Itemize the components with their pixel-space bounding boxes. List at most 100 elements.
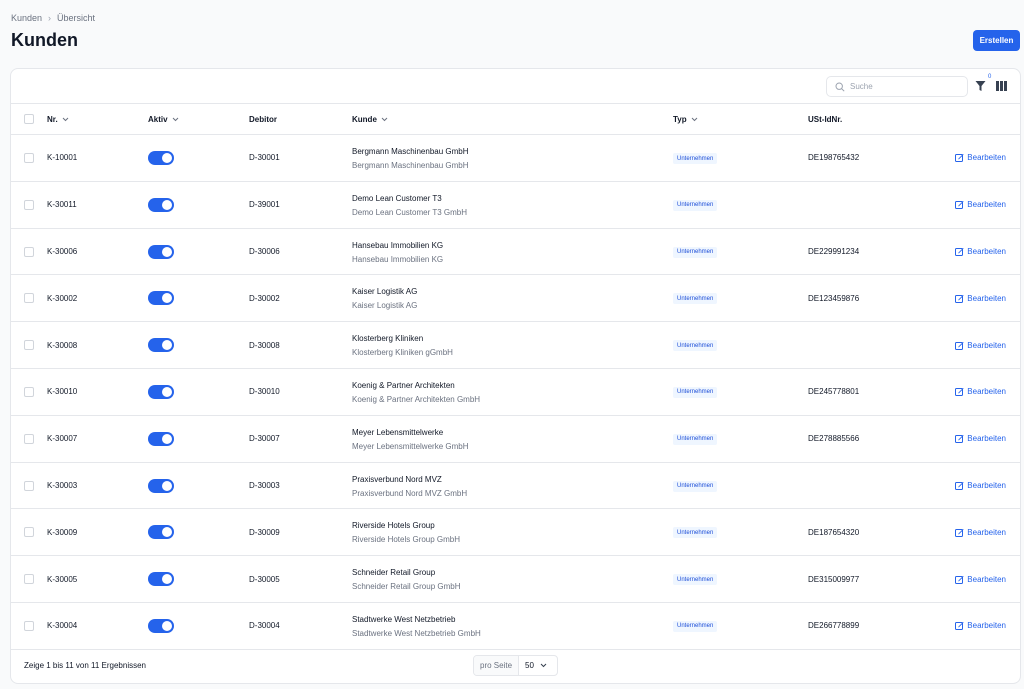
customer-name: Demo Lean Customer T3 bbox=[352, 193, 442, 203]
table-row: K-30007 D-30007 Meyer Lebensmittelwerke Mey… bbox=[11, 416, 1020, 463]
table-body: K-10001 D-30001 Bergmann Maschinenbau GmbH… bbox=[11, 135, 1020, 650]
customer-name: Meyer Lebensmittelwerke bbox=[352, 427, 444, 437]
row-checkbox[interactable] bbox=[24, 527, 34, 538]
type-badge: Unternehmen bbox=[673, 153, 718, 164]
customer-number: K-30005 bbox=[47, 574, 78, 584]
breadcrumb: Kunden › Übersicht bbox=[11, 13, 95, 23]
customer-name: Stadtwerke West Netzbetrieb bbox=[352, 614, 456, 624]
edit-icon bbox=[955, 622, 964, 631]
active-toggle[interactable] bbox=[148, 431, 174, 446]
vat-id: DE123459876 bbox=[808, 293, 860, 303]
chevron-down-icon bbox=[172, 117, 178, 122]
column-header-typ[interactable]: Typ bbox=[673, 104, 698, 135]
active-toggle[interactable] bbox=[148, 244, 174, 259]
active-toggle[interactable] bbox=[148, 338, 174, 353]
edit-link[interactable]: Bearbeiten bbox=[955, 275, 1006, 321]
edit-link[interactable]: Bearbeiten bbox=[955, 322, 1006, 368]
edit-link[interactable]: Bearbeiten bbox=[955, 416, 1006, 462]
column-header-nr[interactable]: Nr. bbox=[47, 104, 69, 135]
customer-name: Praxisverbund Nord MVZ bbox=[352, 474, 442, 484]
vat-id: DE187654320 bbox=[808, 527, 860, 537]
edit-icon bbox=[955, 247, 964, 256]
breadcrumb-root[interactable]: Kunden bbox=[11, 13, 42, 23]
table-row: K-30010 D-30010 Koenig & Partner Architekt… bbox=[11, 369, 1020, 416]
customer-legal-name: Praxisverbund Nord MVZ GmbH bbox=[352, 488, 468, 498]
column-header-kunde[interactable]: Kunde bbox=[352, 104, 388, 135]
active-toggle[interactable] bbox=[148, 384, 174, 399]
table-row: K-30005 D-30005 Schneider Retail Group Schn… bbox=[11, 556, 1020, 603]
row-checkbox[interactable] bbox=[24, 386, 34, 397]
search-box[interactable] bbox=[826, 76, 968, 97]
customer-name: Kaiser Logistik AG bbox=[352, 287, 418, 297]
customer-number: K-30011 bbox=[47, 200, 77, 210]
customer-cell: Klosterberg Kliniken Klosterberg Kliniken… bbox=[352, 332, 453, 360]
active-toggle[interactable] bbox=[148, 151, 174, 165]
filter-icon[interactable] bbox=[975, 80, 986, 92]
type-badge: Unternehmen bbox=[673, 293, 718, 305]
debitor-number: D-30002 bbox=[249, 293, 280, 303]
debitor-number: D-30010 bbox=[249, 387, 280, 397]
customer-number: K-30004 bbox=[47, 621, 78, 631]
edit-link[interactable]: Bearbeiten bbox=[955, 135, 1006, 181]
vat-id: DE198765432 bbox=[808, 153, 860, 163]
active-toggle[interactable] bbox=[148, 197, 174, 212]
per-page-select[interactable]: pro Seite 50 bbox=[473, 655, 558, 676]
row-checkbox[interactable] bbox=[24, 199, 34, 210]
table-row: K-30002 D-30002 Kaiser Logistik AG Kaiser L… bbox=[11, 275, 1020, 323]
edit-link[interactable]: Bearbeiten bbox=[955, 509, 1006, 555]
customer-name: Riverside Hotels Group bbox=[352, 521, 435, 531]
customer-number: K-30003 bbox=[47, 480, 78, 490]
edit-icon bbox=[955, 435, 964, 444]
edit-link[interactable]: Bearbeiten bbox=[955, 369, 1006, 415]
edit-icon bbox=[955, 388, 964, 397]
chevron-right-icon: › bbox=[48, 13, 52, 23]
customer-legal-name: Koenig & Partner Architekten GmbH bbox=[352, 394, 481, 404]
table-row: K-30003 D-30003 Praxisverbund Nord MVZ Prax… bbox=[11, 463, 1020, 510]
customer-cell: Hansebau Immobilien KG Hansebau Immobilie… bbox=[352, 239, 443, 267]
table-row: K-30006 D-30006 Hansebau Immobilien KG Hans… bbox=[11, 229, 1020, 276]
select-all-checkbox[interactable] bbox=[24, 114, 34, 124]
customer-number: K-30006 bbox=[47, 246, 78, 256]
edit-link[interactable]: Bearbeiten bbox=[955, 229, 1006, 275]
per-page-label: pro Seite bbox=[474, 656, 520, 675]
debitor-number: D-30004 bbox=[249, 621, 280, 631]
edit-icon bbox=[955, 294, 964, 303]
active-toggle[interactable] bbox=[148, 478, 174, 493]
customer-cell: Riverside Hotels Group Riverside Hotels G… bbox=[352, 519, 460, 547]
edit-link[interactable]: Bearbeiten bbox=[955, 182, 1006, 228]
edit-link[interactable]: Bearbeiten bbox=[955, 603, 1006, 649]
customer-number: K-30010 bbox=[47, 387, 78, 397]
search-input[interactable] bbox=[850, 82, 960, 91]
type-badge: Unternehmen bbox=[673, 620, 718, 632]
customer-legal-name: Meyer Lebensmittelwerke GmbH bbox=[352, 441, 469, 451]
per-page-value[interactable]: 50 bbox=[519, 656, 553, 675]
edit-link[interactable]: Bearbeiten bbox=[955, 463, 1006, 509]
column-header-aktiv[interactable]: Aktiv bbox=[148, 104, 179, 135]
customer-number: K-30007 bbox=[47, 434, 78, 444]
row-checkbox[interactable] bbox=[24, 293, 34, 304]
row-checkbox[interactable] bbox=[24, 574, 34, 585]
edit-link[interactable]: Bearbeiten bbox=[955, 556, 1006, 602]
table-row: K-10001 D-30001 Bergmann Maschinenbau GmbH… bbox=[11, 135, 1020, 182]
active-toggle[interactable] bbox=[148, 525, 174, 540]
debitor-number: D-30003 bbox=[249, 480, 280, 490]
customer-legal-name: Klosterberg Kliniken gGmbH bbox=[352, 348, 453, 358]
row-checkbox[interactable] bbox=[24, 433, 34, 444]
customer-name: Koenig & Partner Architekten bbox=[352, 380, 455, 390]
row-checkbox[interactable] bbox=[24, 620, 34, 631]
customer-number: K-30002 bbox=[47, 293, 78, 303]
table-row: K-30009 D-30009 Riverside Hotels Group Rive… bbox=[11, 509, 1020, 557]
row-checkbox[interactable] bbox=[24, 480, 34, 491]
active-toggle[interactable] bbox=[148, 618, 174, 633]
active-toggle[interactable] bbox=[148, 291, 174, 306]
vat-id: DE278885566 bbox=[808, 434, 860, 444]
row-checkbox[interactable] bbox=[24, 340, 34, 351]
row-checkbox[interactable] bbox=[24, 153, 34, 163]
table-row: K-30008 D-30008 Klosterberg Kliniken Kloste… bbox=[11, 322, 1020, 369]
columns-icon[interactable] bbox=[996, 81, 1007, 91]
create-button[interactable]: Erstellen bbox=[973, 30, 1020, 51]
row-checkbox[interactable] bbox=[24, 246, 34, 257]
column-header-ustid: USt-IdNr. bbox=[808, 115, 843, 124]
active-toggle[interactable] bbox=[148, 572, 174, 587]
type-badge: Unternehmen bbox=[673, 433, 718, 445]
